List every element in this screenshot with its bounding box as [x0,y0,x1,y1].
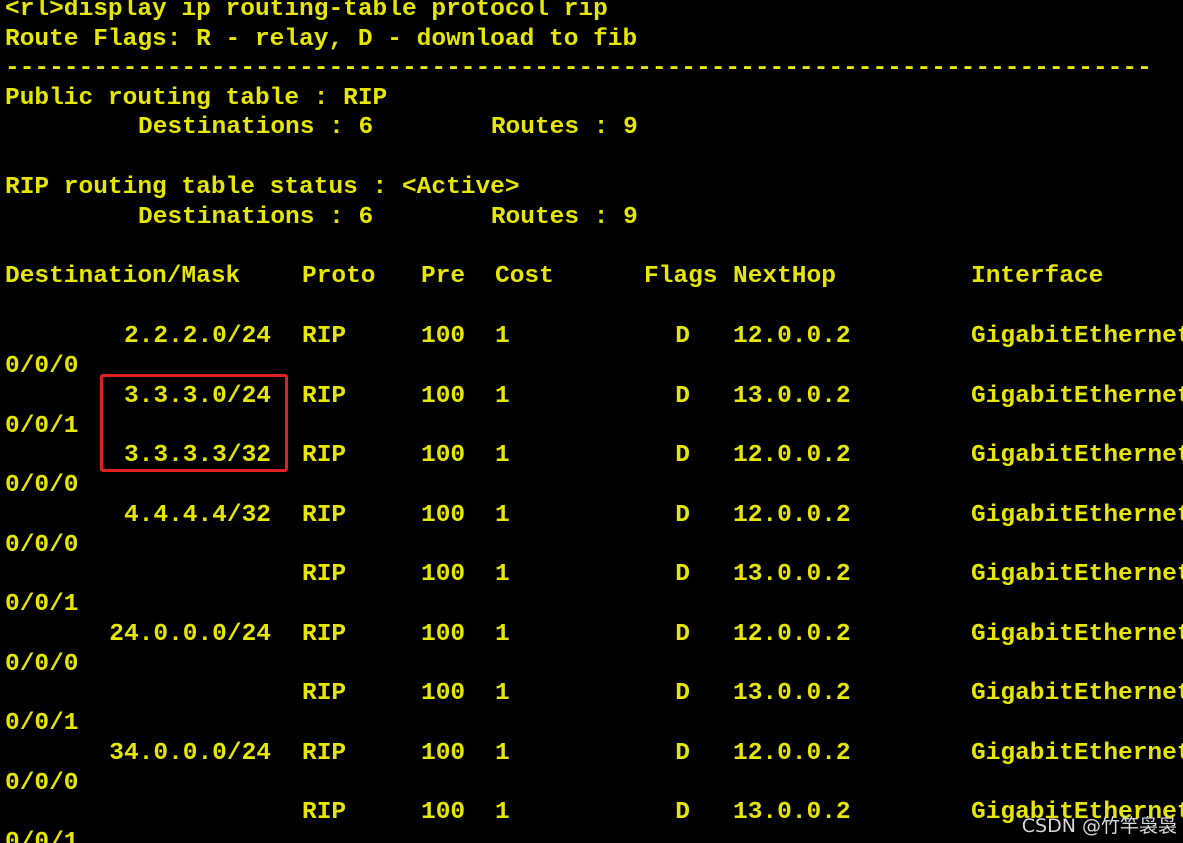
route-interface-continuation: 0/0/0 [5,472,79,499]
route-cost: 1 [495,323,510,350]
table-row: 24.0.0.0/24 RIP 100 1 12.0.0.2 GigabitEtherne… [0,620,1183,650]
route-pre: 100 [421,740,466,767]
route-proto: RIP [302,561,347,588]
route-cost: 1 [495,740,510,767]
route-proto: RIP [302,621,347,648]
header-pre: Pre [421,263,466,290]
public-table-title: Public routing table : RIP [5,85,388,112]
route-flags: D [675,442,690,469]
rip-status-title: RIP routing table status : <Active> [5,174,520,201]
terminal-window[interactable]: <rl>display ip routing-table protocol ri… [0,0,1183,843]
route-proto: RIP [302,383,347,410]
route-destination: 2.2.2.0/24 [123,323,271,350]
route-nexthop: 12.0.0.2 [733,442,851,469]
route-cost: 1 [495,621,510,648]
route-flags: D [675,621,690,648]
route-pre: 100 [421,680,466,707]
route-interface: GigabitEthernet [971,323,1183,350]
route-cost: 1 [495,561,510,588]
route-nexthop: 12.0.0.2 [733,323,851,350]
route-interface: GigabitEthernet [971,383,1183,410]
route-nexthop: 13.0.0.2 [733,799,851,826]
rip-status-summary: Destinations : 6 Routes : 9 [138,204,638,231]
route-interface-continuation: 0/0/1 [5,591,79,618]
table-row: RIP 100 1 13.0.0.2 GigabitEthernet D [0,798,1183,828]
route-destination: 34.0.0.0/24 [109,740,271,767]
route-interface-continuation: 0/0/1 [5,413,79,440]
table-row: RIP 100 1 13.0.0.2 GigabitEthernet D [0,560,1183,590]
route-interface-continuation: 0/0/1 [5,710,79,737]
route-cost: 1 [495,383,510,410]
public-table-summary: Destinations : 6 Routes : 9 [138,114,638,141]
header-cost: Cost [495,263,554,290]
route-interface-continuation: 0/0/0 [5,770,79,797]
route-interface-continuation: 0/0/0 [5,532,79,559]
route-nexthop: 12.0.0.2 [733,621,851,648]
route-interface: GigabitEthernet [971,680,1183,707]
route-proto: RIP [302,502,347,529]
route-flags-line: Route Flags: R - relay, D - download to … [5,26,638,53]
route-proto: RIP [302,740,347,767]
route-flags: D [675,383,690,410]
route-flags: D [675,680,690,707]
route-flags: D [675,799,690,826]
route-nexthop: 12.0.0.2 [733,502,851,529]
route-flags: D [675,561,690,588]
route-destination: 24.0.0.0/24 [109,621,271,648]
route-cost: 1 [495,502,510,529]
route-interface: GigabitEthernet [971,740,1183,767]
table-row: 4.4.4.4/32 RIP 100 1 12.0.0.2 GigabitEthernet… [0,501,1183,531]
route-pre: 100 [421,621,466,648]
route-interface-continuation: 0/0/1 [5,829,79,843]
table-row: 2.2.2.0/24 RIP 100 1 12.0.0.2 GigabitEthernet… [0,322,1183,352]
route-pre: 100 [421,502,466,529]
header-interface: Interface [971,263,1104,290]
route-flags: D [675,323,690,350]
separator-line: ----------------------------------------… [5,55,1152,82]
route-flags: D [675,502,690,529]
route-nexthop: 12.0.0.2 [733,740,851,767]
header-proto: Proto [302,263,376,290]
watermark: CSDN @竹竿袅袅 [1021,815,1177,837]
table-row: RIP 100 1 13.0.0.2 GigabitEthernet D [0,679,1183,709]
route-proto: RIP [302,323,347,350]
highlight-box [100,374,288,472]
route-proto: RIP [302,442,347,469]
table-header: Destination/Mask Proto Pre Cost Flags Ne… [0,262,1183,292]
route-nexthop: 13.0.0.2 [733,680,851,707]
route-interface: GigabitEthernet [971,561,1183,588]
route-interface: GigabitEthernet [971,442,1183,469]
route-interface: GigabitEthernet [971,621,1183,648]
route-cost: 1 [495,442,510,469]
route-proto: RIP [302,680,347,707]
route-flags: D [675,740,690,767]
route-pre: 100 [421,561,466,588]
route-interface: GigabitEthernet [971,502,1183,529]
header-destination: Destination/Mask [5,263,241,290]
route-pre: 100 [421,383,466,410]
command-line: <rl>display ip routing-table protocol ri… [5,0,608,23]
header-flags: Flags [644,263,718,290]
route-cost: 1 [495,680,510,707]
table-row: 34.0.0.0/24 RIP 100 1 12.0.0.2 GigabitEtherne… [0,739,1183,769]
header-nexthop: NextHop [733,263,836,290]
route-nexthop: 13.0.0.2 [733,561,851,588]
route-pre: 100 [421,442,466,469]
route-pre: 100 [421,323,466,350]
route-interface-continuation: 0/0/0 [5,651,79,678]
route-destination: 4.4.4.4/32 [123,502,271,529]
route-cost: 1 [495,799,510,826]
route-proto: RIP [302,799,347,826]
route-interface-continuation: 0/0/0 [5,353,79,380]
route-pre: 100 [421,799,466,826]
route-nexthop: 13.0.0.2 [733,383,851,410]
